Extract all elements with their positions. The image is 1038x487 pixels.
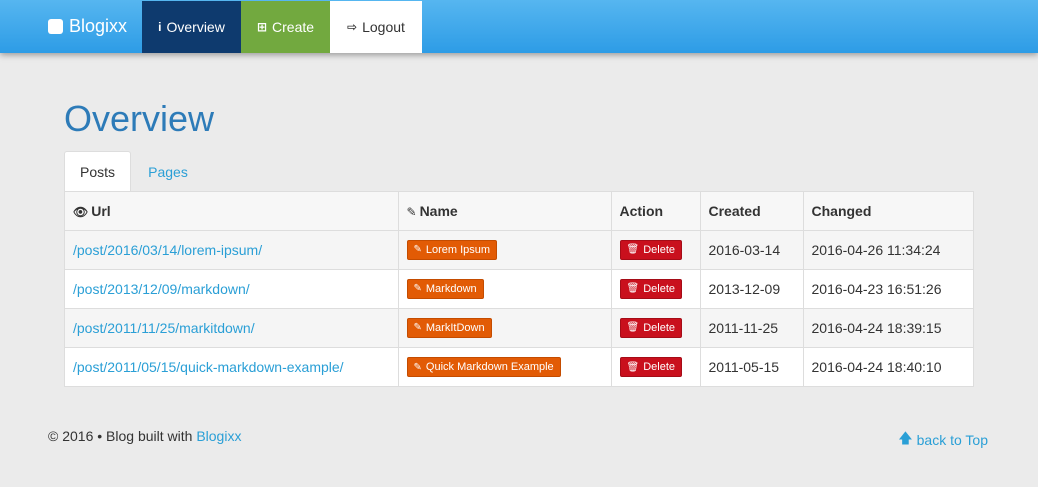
delete-button[interactable]: 🗑 Delete	[619, 317, 682, 338]
nav-overview[interactable]: i Overview	[142, 1, 241, 53]
edit-post-label: Quick Markdown Example	[425, 361, 554, 373]
page-title: Overview	[64, 98, 215, 139]
footer-copyright-text: © 2016 • Blog built with	[48, 428, 197, 444]
changed-cell: 2016-04-26 11:34:24	[803, 230, 973, 270]
name-cell: ✎ MarkItDown	[398, 308, 612, 348]
url-cell: /post/2011/05/15/quick-markdown-example/	[65, 347, 399, 386]
edit-post-label: Markdown	[425, 282, 477, 295]
eye-icon: 👁	[73, 204, 89, 219]
post-url-link[interactable]: /post/2011/05/15/quick-markdown-example/	[73, 359, 344, 375]
arrow-up-icon: 🡅	[898, 430, 913, 446]
header-url-label: Url	[91, 202, 111, 219]
url-cell: /post/2013/12/09/markdown/	[65, 269, 399, 309]
header-url: 👁 Url	[65, 192, 399, 231]
action-cell: 🗑 Delete	[611, 230, 701, 270]
header-action: Action	[611, 192, 701, 231]
edit-icon: ✎	[413, 283, 422, 295]
plus-square-icon: ⊞	[256, 20, 268, 34]
tab-posts[interactable]: Posts	[64, 151, 131, 192]
delete-button[interactable]: 🗑 Delete	[619, 357, 682, 377]
edit-icon: ✎	[413, 244, 422, 256]
table-row: /post/2013/12/09/markdown/ ✎ Markdown 🗑 De…	[65, 269, 973, 309]
back-to-top-label: back to Top	[916, 432, 988, 448]
header-name-label: Name	[419, 202, 458, 219]
created-cell: 2011-05-15	[700, 347, 804, 386]
nav-logout[interactable]: ⇨ Logout	[330, 1, 422, 53]
back-to-top-link[interactable]: 🡅 back to Top	[898, 428, 988, 452]
created-cell: 2016-03-14	[700, 230, 804, 270]
url-cell: /post/2016/03/14/lorem-ipsum/	[65, 230, 399, 270]
delete-label: Delete	[643, 243, 675, 256]
action-cell: 🗑 Delete	[611, 347, 701, 386]
name-cell: ✎ Quick Markdown Example	[398, 347, 612, 386]
edit-icon: ✎	[413, 322, 422, 334]
sign-out-icon: ⇨	[347, 20, 358, 34]
action-cell: 🗑 Delete	[611, 308, 701, 348]
changed-cell: 2016-04-24 18:39:15	[803, 308, 973, 348]
brand-logo-icon	[48, 19, 63, 34]
header-changed: Changed	[803, 192, 973, 231]
url-cell: /post/2011/11/25/markitdown/	[65, 308, 399, 348]
trash-icon: 🗑	[626, 322, 640, 334]
tab-pages[interactable]: Pages	[131, 151, 205, 192]
changed-cell: 2016-04-24 18:40:10	[811, 358, 942, 375]
name-cell: ✎ Markdown	[398, 269, 612, 309]
name-cell: ✎ Lorem Ipsum	[398, 230, 612, 270]
delete-button[interactable]: 🗑 Delete	[619, 278, 682, 299]
header-name: ✎ Name	[398, 192, 612, 231]
trash-icon: 🗑	[626, 361, 640, 373]
created-cell: 2011-11-25	[700, 308, 804, 348]
trash-icon: 🗑	[626, 283, 640, 295]
brand[interactable]: Blogixx	[48, 0, 127, 53]
edit-icon: ✎	[406, 204, 417, 219]
edit-post-label: MarkItDown	[425, 321, 485, 334]
nav-create[interactable]: ⊞ Create	[241, 1, 330, 53]
table-row: /post/2011/11/25/markitdown/ ✎ MarkItDown…	[65, 308, 973, 348]
header-created: Created	[700, 192, 804, 231]
action-cell: 🗑 Delete	[611, 269, 701, 309]
table-row: /post/2011/05/15/quick-markdown-example/…	[65, 347, 973, 386]
edit-post-button[interactable]: ✎ Quick Markdown Example	[406, 357, 561, 377]
edit-post-button[interactable]: ✎ MarkItDown	[406, 317, 492, 338]
delete-label: Delete	[643, 361, 675, 373]
changed-cell: 2016-04-23 16:51:26	[803, 269, 973, 309]
post-url-link[interactable]: /post/2016/03/14/lorem-ipsum/	[73, 242, 262, 258]
edit-post-label: Lorem Ipsum	[425, 243, 491, 256]
navbar: Blogixx i Overview ⊞ Create ⇨ Logout	[0, 0, 1038, 53]
footer-copyright: © 2016 • Blog built with Blogixx	[48, 428, 241, 444]
delete-label: Delete	[643, 321, 675, 334]
table-row: /post/2016/03/14/lorem-ipsum/ ✎ Lorem Ips…	[65, 230, 973, 270]
trash-icon: 🗑	[626, 244, 640, 256]
post-url-link[interactable]: /post/2013/12/09/markdown/	[73, 281, 250, 297]
posts-table: 👁 Url ✎ Name Action Created Changed /post/…	[64, 191, 974, 387]
post-url-link[interactable]: /post/2011/11/25/markitdown/	[73, 320, 255, 336]
created-cell: 2013-12-09	[700, 269, 804, 309]
delete-label: Delete	[643, 282, 675, 295]
nav-logout-label: Logout	[362, 19, 405, 35]
edit-post-button[interactable]: ✎ Lorem Ipsum	[406, 239, 498, 260]
nav-overview-label: Overview	[166, 19, 225, 35]
edit-icon: ✎	[413, 361, 422, 373]
footer-blogixx-link[interactable]: Blogixx	[196, 428, 241, 444]
info-icon: i	[158, 20, 162, 34]
nav-create-label: Create	[272, 19, 315, 35]
brand-name: Blogixx	[69, 16, 128, 36]
edit-post-button[interactable]: ✎ Markdown	[406, 278, 484, 299]
delete-button[interactable]: 🗑 Delete	[619, 239, 682, 260]
table-header-row: 👁 Url ✎ Name Action Created Changed	[65, 192, 973, 231]
